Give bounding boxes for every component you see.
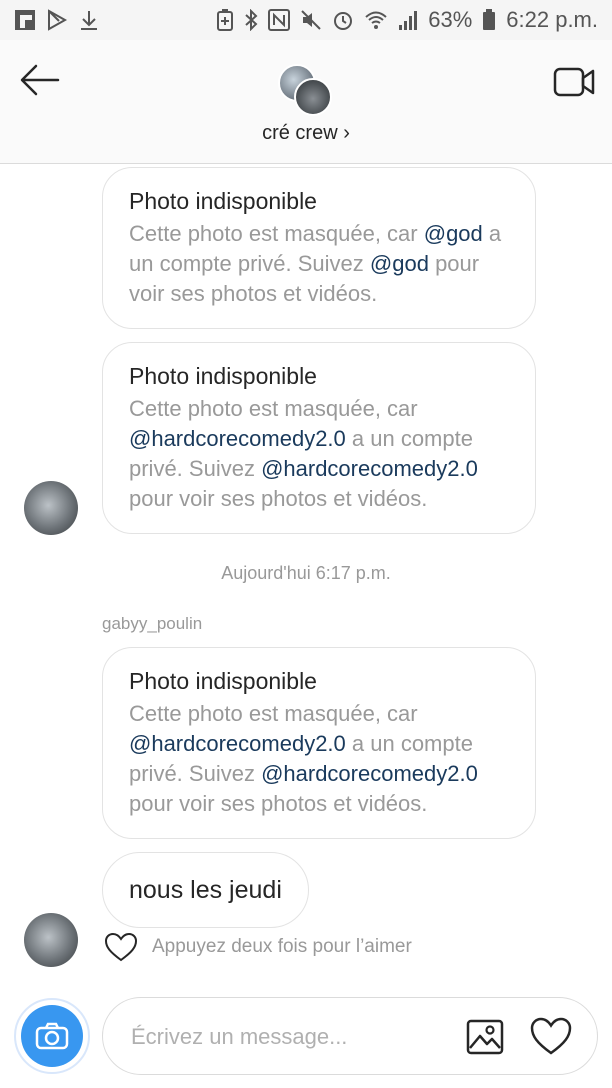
body-text: pour voir ses photos et vidéos.: [129, 486, 428, 511]
video-call-button[interactable]: [552, 64, 596, 100]
message-body: Cette photo est masquée, car @hardcoreco…: [129, 394, 509, 514]
group-avatar[interactable]: [278, 64, 334, 116]
message-title: Photo indisponible: [129, 363, 317, 389]
unavailable-photo-message[interactable]: Photo indisponible Cette photo est masqu…: [102, 167, 536, 329]
message-title: Photo indisponible: [129, 668, 317, 694]
text-message-content: nous les jeudi: [129, 875, 282, 904]
arrow-left-icon: [20, 64, 60, 96]
battery-percent: 63%: [428, 7, 473, 32]
camera-button-fill: [21, 1005, 83, 1067]
group-title[interactable]: cré crew ›: [0, 122, 612, 145]
body-text: Cette photo est masquée, car: [129, 396, 418, 421]
bluetooth-icon: [245, 9, 258, 31]
gallery-button[interactable]: [465, 1018, 505, 1056]
clock: 6:22 p.m.: [506, 7, 598, 32]
timestamp: Aujourd'hui 6:17 p.m.: [221, 563, 391, 583]
unavailable-photo-message[interactable]: Photo indisponible Cette photo est masqu…: [102, 342, 536, 534]
alarm-icon: [334, 12, 353, 30]
mention-link[interactable]: @god: [370, 251, 429, 276]
mention-link[interactable]: @hardcorecomedy2.0: [129, 731, 346, 756]
message-input[interactable]: [129, 1016, 433, 1058]
chevron-right-icon: ›: [343, 122, 350, 144]
battery-saver-icon: [217, 9, 234, 31]
back-button[interactable]: [18, 62, 62, 98]
status-right: 63% 6:22 p.m.: [216, 7, 598, 33]
camera-icon: [35, 1022, 69, 1050]
sender-avatar[interactable]: [24, 913, 78, 967]
nfc-icon: [268, 9, 291, 31]
play-store-icon: [48, 9, 68, 31]
like-button[interactable]: [529, 1016, 573, 1058]
status-bar: 63% 6:22 p.m.: [0, 0, 612, 40]
signal-icon: [399, 11, 418, 30]
wifi-icon: [365, 11, 387, 29]
heart-icon: [530, 1017, 572, 1055]
message-body: Cette photo est masquée, car @god a un c…: [129, 219, 509, 309]
mute-icon: [301, 10, 321, 30]
heart-icon[interactable]: [104, 932, 138, 962]
unavailable-photo-message[interactable]: Photo indisponible Cette photo est masqu…: [102, 647, 536, 839]
video-camera-icon: [553, 67, 595, 97]
status-left-icons: [14, 9, 100, 31]
flipboard-icon: [15, 10, 35, 30]
text-message[interactable]: nous les jeudi: [102, 852, 309, 928]
mention-link[interactable]: @hardcorecomedy2.0: [261, 456, 478, 481]
message-title: Photo indisponible: [129, 188, 317, 214]
body-text: Cette photo est masquée, car: [129, 701, 418, 726]
body-text: Cette photo est masquée, car: [129, 221, 424, 246]
like-row: Appuyez deux fois pour l’aimer: [104, 932, 412, 962]
thread-header: cré crew ›: [0, 40, 612, 164]
mention-link[interactable]: @hardcorecomedy2.0: [129, 426, 346, 451]
body-text: pour voir ses photos et vidéos.: [129, 791, 428, 816]
sender-avatar[interactable]: [24, 481, 78, 535]
member-avatar: [294, 78, 332, 116]
group-title-text: cré crew: [262, 122, 338, 144]
mention-link[interactable]: @hardcorecomedy2.0: [261, 761, 478, 786]
message-composer: [102, 997, 598, 1075]
image-icon: [466, 1019, 504, 1055]
sender-username: gabyy_poulin: [102, 614, 203, 633]
like-hint: Appuyez deux fois pour l’aimer: [152, 936, 412, 957]
message-body: Cette photo est masquée, car @hardcoreco…: [129, 699, 509, 819]
battery-icon: [483, 9, 496, 30]
mention-link[interactable]: @god: [424, 221, 483, 246]
camera-button[interactable]: [14, 998, 90, 1074]
download-icon: [81, 11, 97, 30]
